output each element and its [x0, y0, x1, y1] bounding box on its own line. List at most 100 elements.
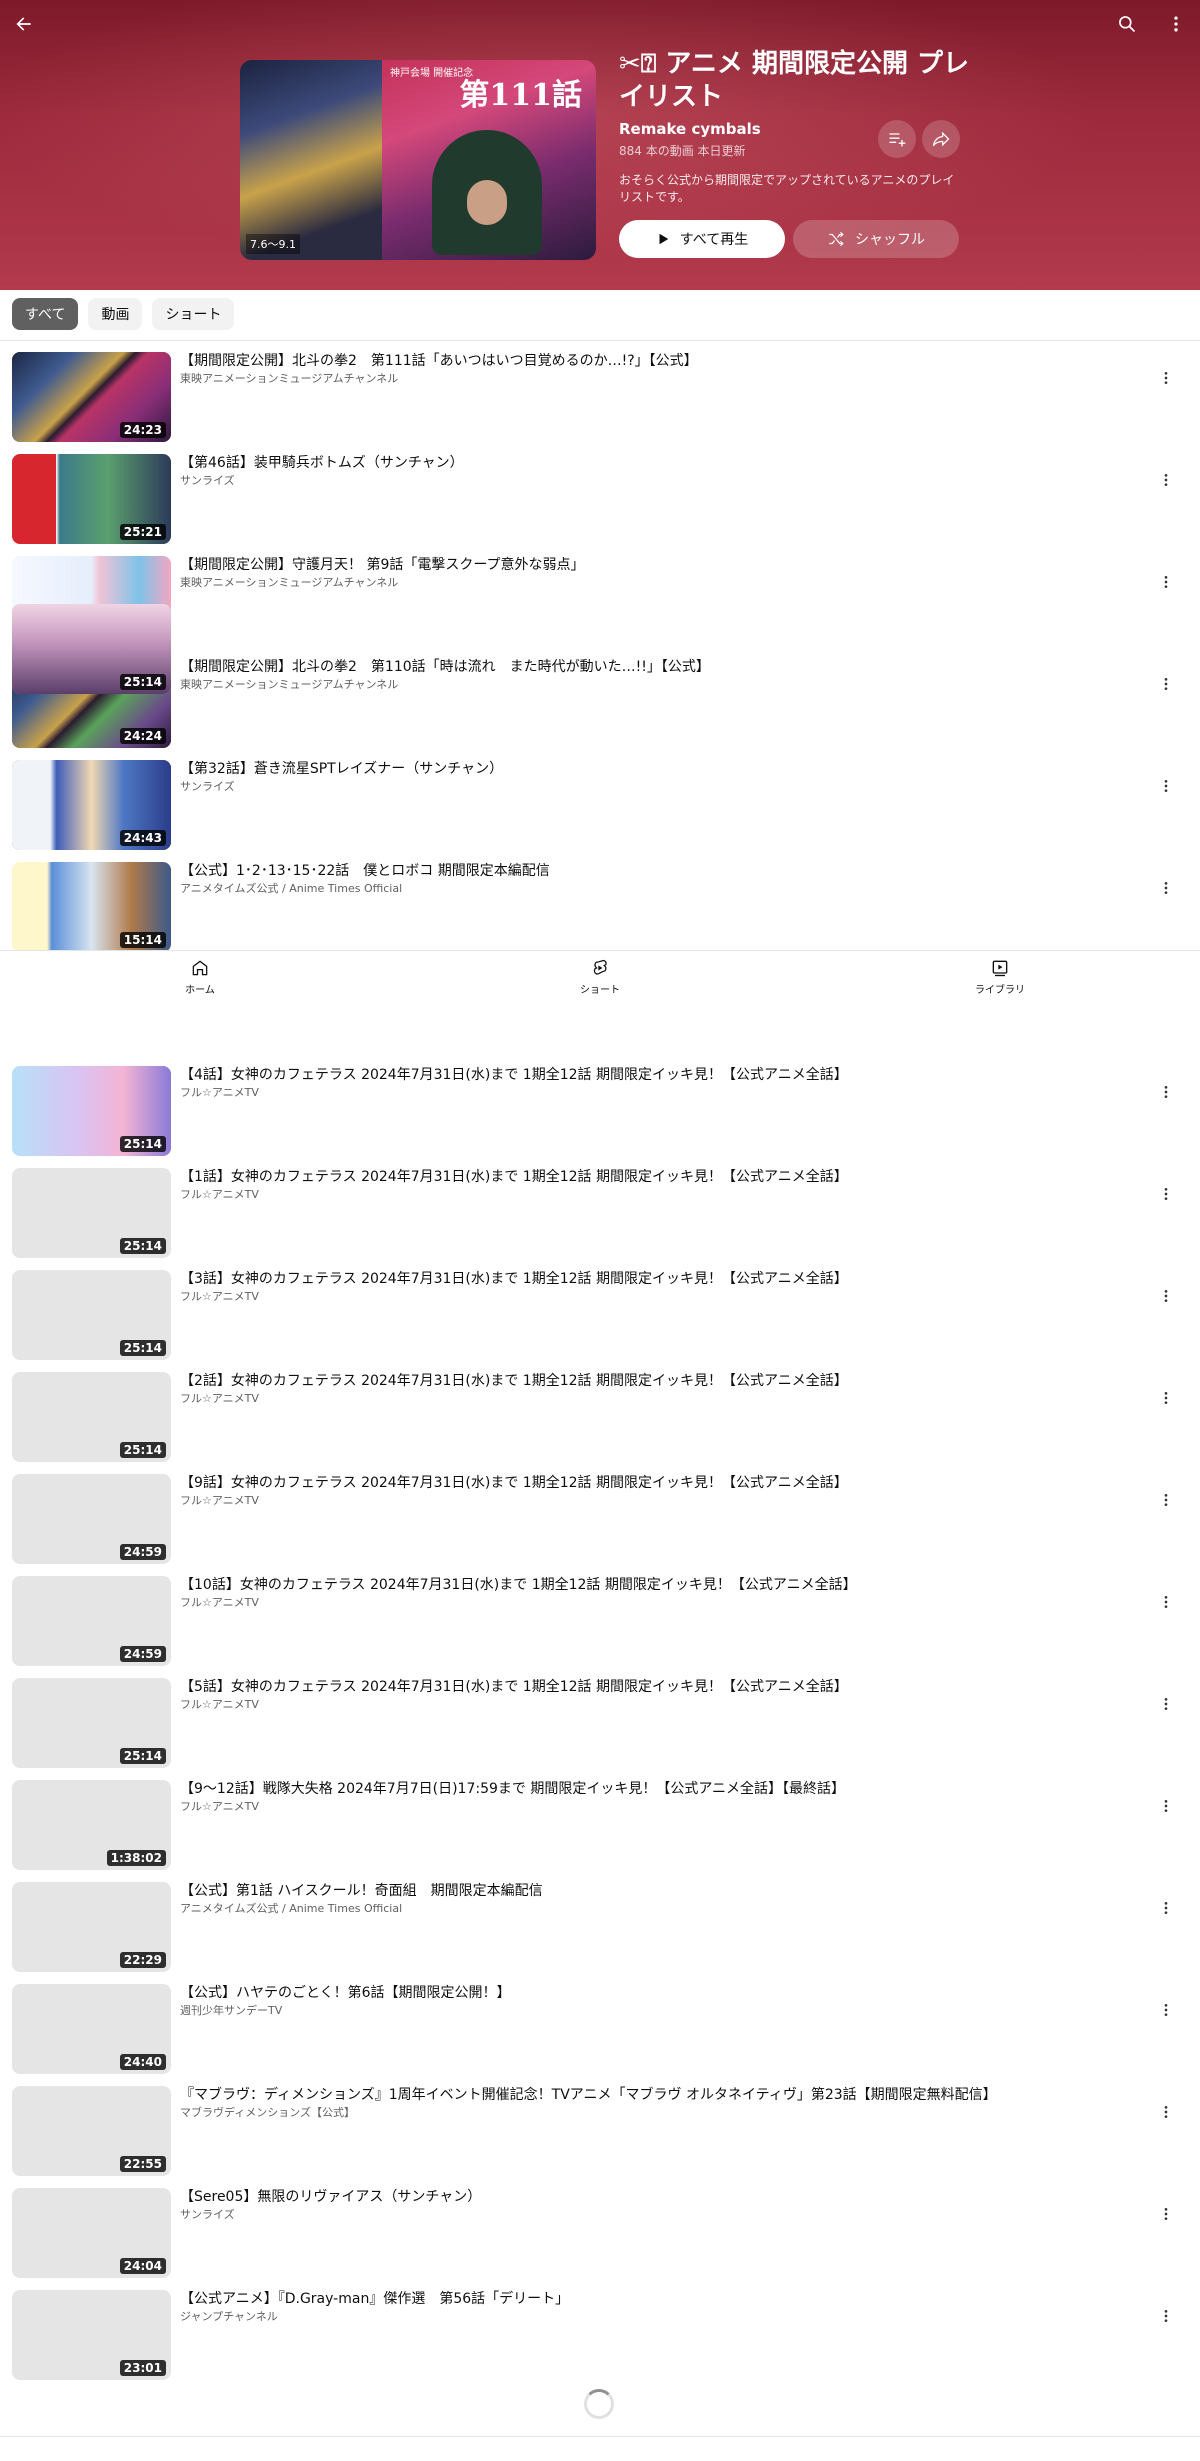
video-title[interactable]: 【9話】女神のカフェテラス 2024年7月31日(水)まで 1期全12話 期間限… — [180, 1474, 1140, 1492]
video-menu-button[interactable] — [1154, 774, 1178, 798]
video-menu-button[interactable] — [1154, 1998, 1178, 2022]
search-button[interactable] — [1113, 10, 1141, 38]
share-button[interactable] — [922, 120, 960, 158]
play-all-button[interactable]: すべて再生 — [619, 220, 785, 258]
video-channel[interactable]: 東映アニメーションミュージアムチャンネル — [180, 370, 398, 386]
video-thumbnail[interactable]: 24:04 — [12, 2188, 171, 2278]
video-thumbnail[interactable]: 22:29 — [12, 1882, 171, 1972]
video-title[interactable]: 【2話】女神のカフェテラス 2024年7月31日(水)まで 1期全12話 期間限… — [180, 1372, 1140, 1390]
video-channel[interactable]: サンライズ — [180, 778, 235, 794]
video-thumbnail[interactable]: 25:14 — [12, 1168, 171, 1258]
video-thumbnail[interactable]: 25:14 — [12, 1372, 171, 1462]
video-menu-button[interactable] — [1154, 570, 1178, 594]
video-channel[interactable]: フル☆アニメTV — [180, 1798, 259, 1814]
nav-home[interactable]: ホーム — [100, 951, 300, 1002]
video-row[interactable]: 25:14 【2話】女神のカフェテラス 2024年7月31日(水)まで 1期全12… — [0, 1366, 1200, 1468]
video-channel[interactable]: 東映アニメーションミュージアムチャンネル — [180, 574, 398, 590]
shuffle-button[interactable]: シャッフル — [793, 220, 959, 258]
video-menu-button[interactable] — [1154, 1692, 1178, 1716]
video-title[interactable]: 【公式アニメ】『D.Gray-man』傑作選 第56話「デリート」 — [180, 2290, 1140, 2308]
video-menu-button[interactable] — [1154, 2304, 1178, 2328]
video-thumbnail[interactable]: 22:55 — [12, 2086, 171, 2176]
more-options-button[interactable] — [1162, 10, 1190, 38]
video-thumbnail[interactable]: 24:59 — [12, 1576, 171, 1666]
nav-shorts[interactable]: ショート — [500, 951, 700, 1002]
video-title[interactable]: 【9〜12話】戦隊大失格 2024年7月7日(日)17:59まで 期間限定イッキ… — [180, 1780, 1140, 1798]
video-thumbnail[interactable]: 24:59 — [12, 1474, 171, 1564]
video-channel[interactable]: アニメタイムズ公式 / Anime Times Official — [180, 880, 402, 896]
video-thumbnail[interactable]: 1:38:02 — [12, 1780, 171, 1870]
video-thumbnail[interactable]: 25:14 — [12, 1066, 171, 1156]
video-title[interactable]: 『マブラヴ：ディメンションズ』1周年イベント開催記念！TVアニメ「マブラヴ オル… — [180, 2086, 1140, 2104]
video-title[interactable]: 【3話】女神のカフェテラス 2024年7月31日(水)まで 1期全12話 期間限… — [180, 1270, 1140, 1288]
video-title[interactable]: 【第32話】蒼き流星SPTレイズナー（サンチャン） — [180, 760, 1140, 778]
video-row[interactable]: 24:23 【期間限定公開】北斗の拳2 第111話「あいつはいつ目覚めるのか…!?… — [0, 346, 1200, 448]
video-menu-button[interactable] — [1154, 876, 1178, 900]
video-menu-button[interactable] — [1154, 1386, 1178, 1410]
video-row[interactable]: 25:14 【4話】女神のカフェテラス 2024年7月31日(水)まで 1期全12… — [0, 1060, 1200, 1162]
video-row[interactable]: 25:14 【1話】女神のカフェテラス 2024年7月31日(水)まで 1期全12… — [0, 1162, 1200, 1264]
video-title[interactable]: 【4話】女神のカフェテラス 2024年7月31日(水)まで 1期全12話 期間限… — [180, 1066, 1140, 1084]
video-row[interactable]: 22:55 『マブラヴ：ディメンションズ』1周年イベント開催記念！TVアニメ「マブ… — [0, 2080, 1200, 2182]
video-menu-button[interactable] — [1154, 1080, 1178, 1104]
video-menu-button[interactable] — [1154, 1794, 1178, 1818]
video-title[interactable]: 【期間限定公開】北斗の拳2 第111話「あいつはいつ目覚めるのか…!?」【公式】 — [180, 352, 1140, 370]
video-row[interactable]: 22:29 【公式】第1話 ハイスクール！奇面組 期間限定本編配信 アニメタイムズ公… — [0, 1876, 1200, 1978]
video-title[interactable]: 【1話】女神のカフェテラス 2024年7月31日(水)まで 1期全12話 期間限… — [180, 1168, 1140, 1186]
video-thumbnail[interactable]: 24:40 — [12, 1984, 171, 2074]
video-thumbnail[interactable]: 23:01 — [12, 2290, 171, 2380]
video-channel[interactable]: アニメタイムズ公式 / Anime Times Official — [180, 1900, 402, 1916]
video-menu-button[interactable] — [1154, 1590, 1178, 1614]
playlist-thumbnail[interactable]: 7.6〜9.1 神戸会場 開催記念 第111話 — [240, 60, 596, 260]
video-thumbnail[interactable]: 25:14 — [12, 604, 171, 694]
video-title[interactable]: 【公式】ハヤテのごとく！第6話【期間限定公開！】 — [180, 1984, 1140, 2002]
video-thumbnail[interactable]: 24:23 — [12, 352, 171, 442]
video-channel[interactable]: フル☆アニメTV — [180, 1390, 259, 1406]
video-title[interactable]: 【10話】女神のカフェテラス 2024年7月31日(水)まで 1期全12話 期間… — [180, 1576, 1140, 1594]
video-row[interactable]: 24:04 【Sere05】無限のリヴァイアス（サンチャン） サンライズ — [0, 2182, 1200, 2284]
video-row[interactable]: 23:01 【公式アニメ】『D.Gray-man』傑作選 第56話「デリート」 ジャ… — [0, 2284, 1200, 2386]
video-menu-button[interactable] — [1154, 366, 1178, 390]
video-channel[interactable]: マブラヴディメンションズ【公式】 — [180, 2104, 355, 2120]
video-thumbnail[interactable]: 25:21 — [12, 454, 171, 544]
video-menu-button[interactable] — [1154, 2100, 1178, 2124]
video-thumbnail[interactable]: 15:14 — [12, 862, 171, 952]
video-title[interactable]: 【期間限定公開】守護月天！ 第9話「電撃スクープ意外な弱点」 — [180, 556, 1140, 574]
nav-library[interactable]: ライブラリ — [900, 951, 1100, 1002]
save-to-library-button[interactable] — [878, 120, 916, 158]
video-row[interactable]: 25:14 — [0, 598, 1200, 700]
chip-shorts[interactable]: ショート — [152, 298, 235, 330]
video-menu-button[interactable] — [1154, 1182, 1178, 1206]
video-row[interactable]: 24:43 【第32話】蒼き流星SPTレイズナー（サンチャン） サンライズ — [0, 754, 1200, 856]
video-channel[interactable]: フル☆アニメTV — [180, 1696, 259, 1712]
video-row[interactable]: 24:40 【公式】ハヤテのごとく！第6話【期間限定公開！】 週刊少年サンデーTV — [0, 1978, 1200, 2080]
video-channel[interactable]: フル☆アニメTV — [180, 1186, 259, 1202]
video-menu-button[interactable] — [1154, 1284, 1178, 1308]
video-menu-button[interactable] — [1154, 1488, 1178, 1512]
video-title[interactable]: 【第46話】装甲騎兵ボトムズ（サンチャン） — [180, 454, 1140, 472]
video-channel[interactable]: フル☆アニメTV — [180, 1288, 259, 1304]
video-row[interactable]: 25:14 【5話】女神のカフェテラス 2024年7月31日(水)まで 1期全12… — [0, 1672, 1200, 1774]
video-menu-button[interactable] — [1154, 468, 1178, 492]
video-menu-button[interactable] — [1154, 2202, 1178, 2226]
video-title[interactable]: 【公式】1･2･13･15･22話 僕とロボコ 期間限定本編配信 — [180, 862, 1140, 880]
back-button[interactable] — [10, 10, 38, 38]
video-thumbnail[interactable]: 25:14 — [12, 1270, 171, 1360]
video-row[interactable]: 25:14 【3話】女神のカフェテラス 2024年7月31日(水)まで 1期全12… — [0, 1264, 1200, 1366]
video-thumbnail[interactable]: 24:43 — [12, 760, 171, 850]
video-channel[interactable]: サンライズ — [180, 472, 235, 488]
video-title[interactable]: 【Sere05】無限のリヴァイアス（サンチャン） — [180, 2188, 1140, 2206]
video-row[interactable]: 25:21 【第46話】装甲騎兵ボトムズ（サンチャン） サンライズ — [0, 448, 1200, 550]
video-title[interactable]: 【公式】第1話 ハイスクール！奇面組 期間限定本編配信 — [180, 1882, 1140, 1900]
video-thumbnail[interactable]: 25:14 — [12, 1678, 171, 1768]
video-row[interactable]: 24:59 【9話】女神のカフェテラス 2024年7月31日(水)まで 1期全12… — [0, 1468, 1200, 1570]
video-row[interactable]: 1:38:02 【9〜12話】戦隊大失格 2024年7月7日(日)17:59まで … — [0, 1774, 1200, 1876]
video-channel[interactable]: フル☆アニメTV — [180, 1594, 259, 1610]
video-channel[interactable]: ジャンプチャンネル — [180, 2308, 278, 2324]
video-channel[interactable]: 週刊少年サンデーTV — [180, 2002, 282, 2018]
video-channel[interactable]: サンライズ — [180, 2206, 235, 2222]
chip-videos[interactable]: 動画 — [88, 298, 143, 330]
video-menu-button[interactable] — [1154, 1896, 1178, 1920]
video-channel[interactable]: フル☆アニメTV — [180, 1492, 259, 1508]
chip-all[interactable]: すべて — [12, 298, 79, 330]
